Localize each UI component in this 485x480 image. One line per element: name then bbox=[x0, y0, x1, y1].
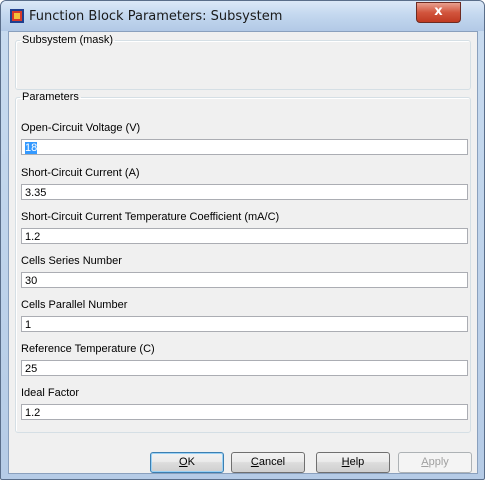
short-circuit-current-value: 3.35 bbox=[25, 187, 47, 199]
apply-button[interactable]: Apply bbox=[398, 452, 472, 473]
param-label-cells-parallel-number: Cells Parallel Number bbox=[21, 299, 128, 311]
open-circuit-voltage-field[interactable]: 18 bbox=[21, 139, 468, 155]
window-title: Function Block Parameters: Subsystem bbox=[29, 9, 283, 24]
dialog-window: Function Block Parameters: Subsystem x S… bbox=[0, 0, 485, 480]
temperature-coefficient-field[interactable]: 1.2 bbox=[21, 228, 468, 244]
param-label-open-circuit-voltage: Open-Circuit Voltage (V) bbox=[21, 122, 141, 134]
short-circuit-current-field[interactable]: 3.35 bbox=[21, 184, 468, 200]
mask-group-legend: Subsystem (mask) bbox=[22, 34, 114, 46]
reference-temperature-value: 25 bbox=[25, 363, 38, 375]
mask-description-group: Subsystem (mask) bbox=[15, 34, 471, 90]
apply-button-mnemonic: A bbox=[421, 456, 429, 468]
apply-button-label: pply bbox=[428, 456, 449, 468]
close-icon: x bbox=[434, 4, 443, 19]
param-label-short-circuit-current: Short-Circuit Current (A) bbox=[21, 167, 140, 179]
cells-parallel-number-value: 1 bbox=[25, 319, 32, 331]
parameters-group-legend: Parameters bbox=[22, 91, 79, 103]
temperature-coefficient-value: 1.2 bbox=[25, 231, 41, 243]
help-button-mnemonic: H bbox=[341, 456, 350, 468]
ok-button-mnemonic: O bbox=[179, 456, 188, 468]
param-label-reference-temperature: Reference Temperature (C) bbox=[21, 343, 155, 355]
ok-button[interactable]: OK bbox=[150, 452, 224, 473]
help-button-label: elp bbox=[349, 456, 365, 468]
title-bar[interactable]: Function Block Parameters: Subsystem x bbox=[1, 1, 484, 31]
ok-button-label: K bbox=[187, 456, 195, 468]
param-label-cells-series-number: Cells Series Number bbox=[21, 255, 122, 267]
cells-parallel-number-field[interactable]: 1 bbox=[21, 316, 468, 332]
open-circuit-voltage-value: 18 bbox=[25, 142, 38, 154]
simulink-block-icon bbox=[10, 9, 24, 23]
close-button[interactable]: x bbox=[416, 2, 461, 23]
dialog-body: Subsystem (mask) Parameters Open-Circuit… bbox=[8, 31, 478, 474]
cells-series-number-value: 30 bbox=[25, 275, 38, 287]
ideal-factor-field[interactable]: 1.2 bbox=[21, 404, 468, 420]
cancel-button[interactable]: Cancel bbox=[231, 452, 305, 473]
cells-series-number-field[interactable]: 30 bbox=[21, 272, 468, 288]
cancel-button-label: ancel bbox=[258, 456, 286, 468]
reference-temperature-field[interactable]: 25 bbox=[21, 360, 468, 376]
param-label-ideal-factor: Ideal Factor bbox=[21, 387, 80, 399]
help-button[interactable]: Help bbox=[316, 452, 390, 473]
ideal-factor-value: 1.2 bbox=[25, 407, 41, 419]
cancel-button-mnemonic: C bbox=[250, 456, 259, 468]
param-label-temperature-coefficient: Short-Circuit Current Temperature Coeffi… bbox=[21, 211, 280, 223]
